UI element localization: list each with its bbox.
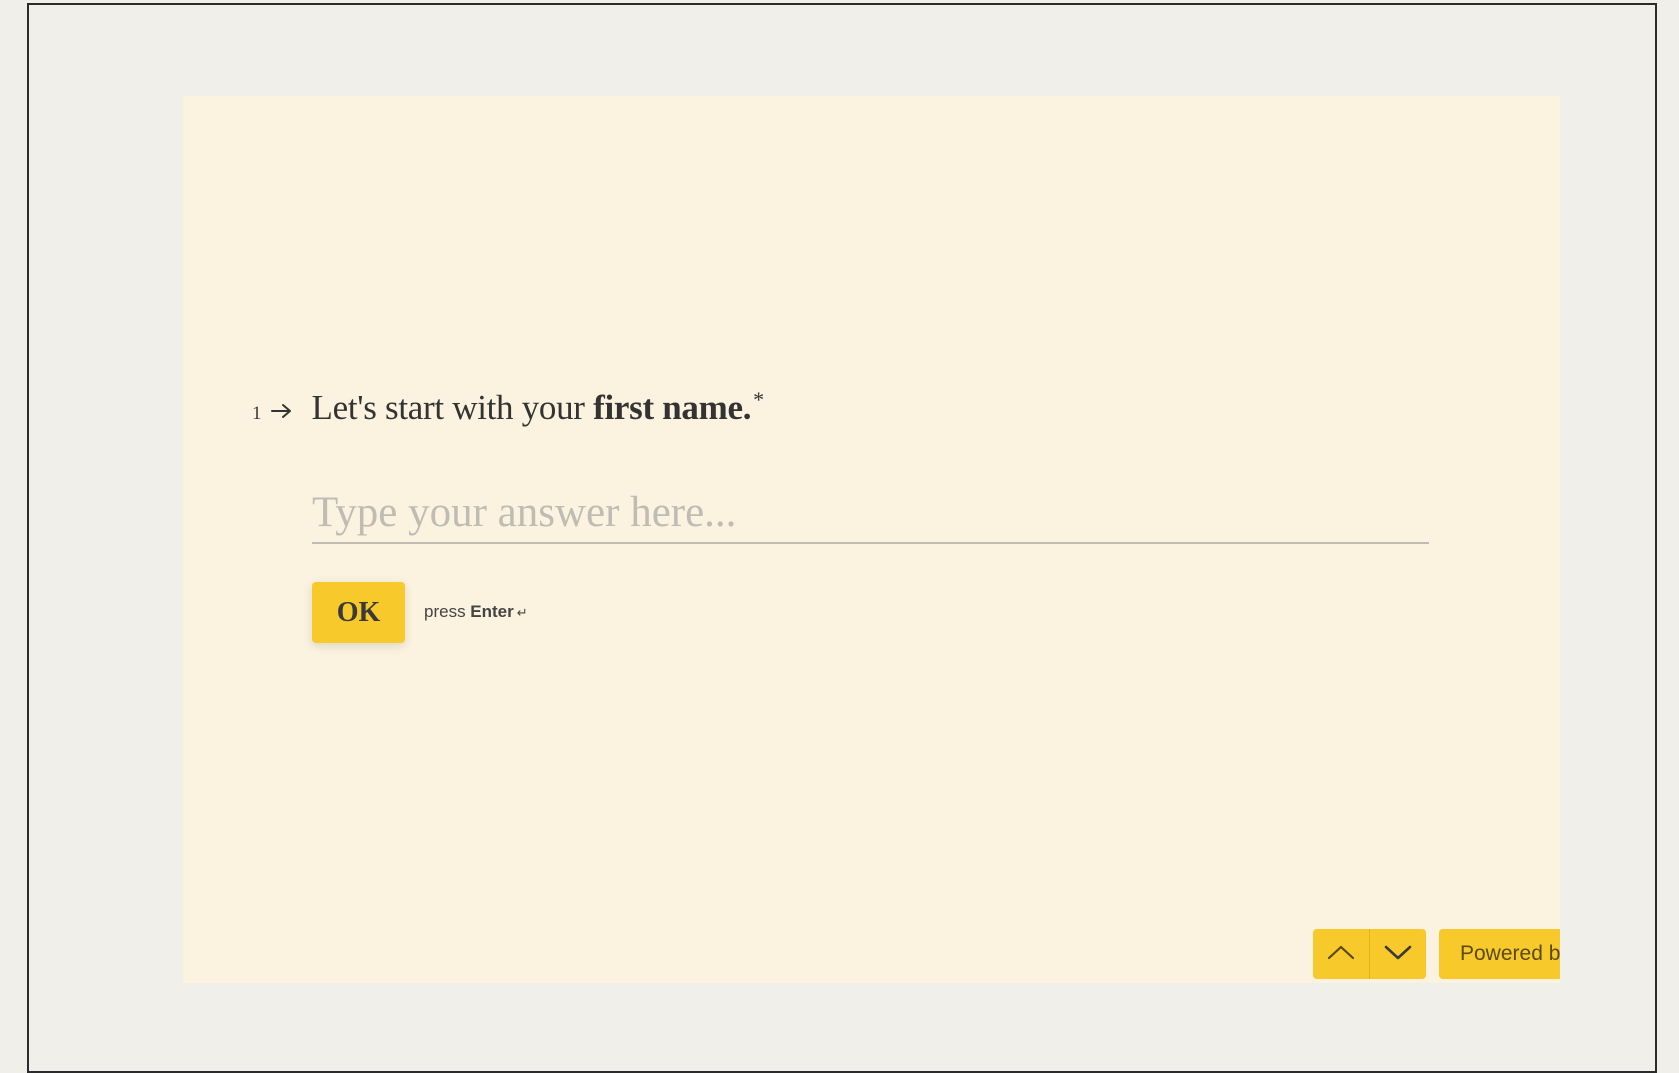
question-heading: 1 Let's start with your first name. * <box>252 387 765 428</box>
previous-question-button[interactable] <box>1313 929 1370 979</box>
question-number: 1 <box>252 403 262 424</box>
ok-button[interactable]: OK <box>312 582 405 643</box>
arrow-right-icon <box>270 403 294 419</box>
chevron-down-icon <box>1383 943 1413 966</box>
question-text-bold: first name. <box>593 388 752 427</box>
question-text: Let's start with your first name. <box>312 388 752 428</box>
enter-icon: ↵ <box>516 605 528 620</box>
form-card: 1 Let's start with your first name. * OK… <box>183 96 1560 983</box>
hint-prefix: press <box>424 602 471 621</box>
outer-frame: 1 Let's start with your first name. * OK… <box>27 3 1657 1073</box>
question-navigation <box>1313 929 1426 979</box>
press-enter-hint: press Enter ↵ <box>424 602 528 622</box>
chevron-up-icon <box>1326 943 1356 966</box>
question-text-prefix: Let's start with your <box>311 388 594 427</box>
required-marker: * <box>753 387 765 412</box>
answer-input[interactable] <box>312 482 1429 544</box>
next-question-button[interactable] <box>1370 929 1426 979</box>
hint-key: Enter <box>470 602 514 621</box>
powered-by-badge[interactable]: Powered by <box>1439 929 1560 979</box>
powered-by-label: Powered by <box>1460 942 1560 965</box>
